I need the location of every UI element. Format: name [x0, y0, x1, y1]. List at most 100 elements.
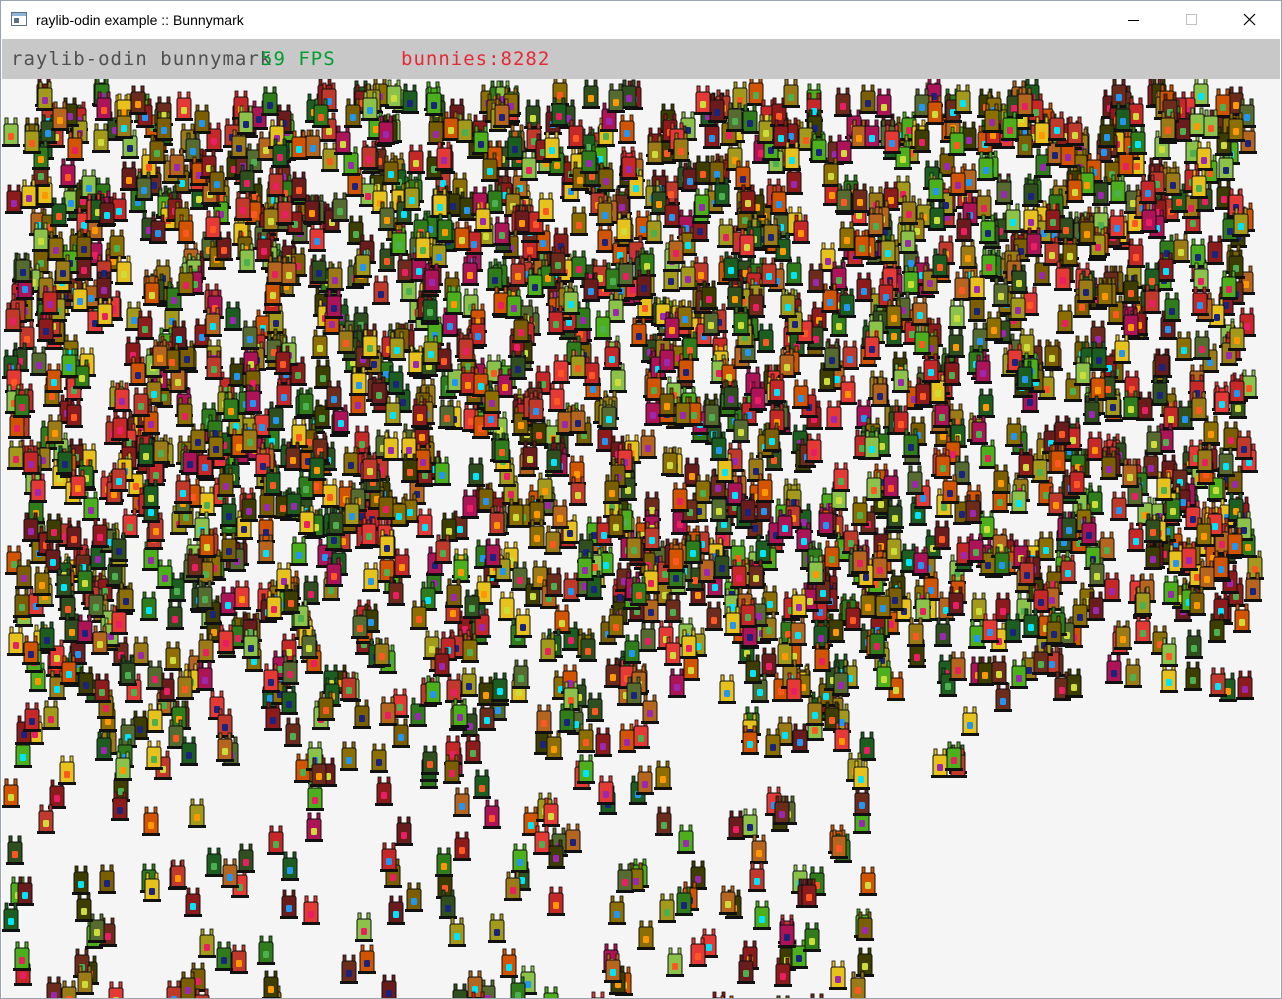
- bunny-sprite: [395, 816, 413, 846]
- fps-counter: 59 FPS: [261, 48, 336, 70]
- bunny-sprite: [545, 567, 563, 597]
- game-canvas[interactable]: raylib-odin bunnymark 59 FPS bunnies:828…: [2, 39, 1280, 998]
- bunny-sprite: [949, 166, 967, 196]
- bunny-sprite: [1114, 620, 1132, 650]
- bunny-sprite: [1110, 491, 1128, 521]
- bunny-sprite: [535, 704, 553, 734]
- bunny-sprite: [188, 798, 206, 828]
- bunny-sprite: [912, 546, 930, 576]
- bunny-sprite: [727, 810, 745, 840]
- bunny-sprite: [184, 887, 202, 917]
- bunny-sprite: [636, 765, 654, 795]
- bunny-sprite: [552, 354, 570, 384]
- bunny-sprite: [671, 482, 689, 512]
- bunny-sprite: [233, 580, 251, 610]
- bunny-sprite: [1010, 659, 1028, 689]
- bunny-sprite: [342, 446, 360, 476]
- bunny-sprite: [1098, 118, 1116, 148]
- bunny-sprite: [694, 85, 712, 115]
- bunny-sprite: [825, 400, 843, 430]
- bunny-sprite: [1005, 417, 1023, 447]
- bunny-sprite: [1113, 334, 1131, 364]
- bunny-sprite: [284, 717, 302, 747]
- bunny-sprite: [220, 497, 238, 527]
- bunny-sprite: [1065, 668, 1083, 698]
- bunny-sprite: [46, 414, 64, 444]
- close-button[interactable]: [1221, 1, 1279, 39]
- bunny-sprite: [789, 616, 807, 646]
- bunny-sprite: [827, 613, 845, 643]
- bunny-sprite: [885, 532, 903, 562]
- bunny-sprite: [500, 948, 518, 978]
- bunny-sprite: [954, 84, 972, 114]
- bunny-sprite: [164, 641, 182, 671]
- bunny-sprite: [911, 296, 929, 326]
- bunny-sprite: [72, 865, 90, 895]
- bunny-sprite: [362, 562, 380, 592]
- bunny-sprite: [45, 513, 63, 543]
- bunny-sprite: [325, 380, 343, 410]
- bunny-sprite: [654, 760, 672, 790]
- bunny-sprite: [208, 165, 226, 195]
- bunny-sprite: [33, 566, 51, 596]
- bunny-sprite: [393, 548, 411, 578]
- bunny-sprite: [928, 201, 946, 231]
- bunny-sprite: [436, 213, 454, 243]
- bunny-sprite: [616, 863, 634, 893]
- maximize-button[interactable]: [1163, 1, 1221, 39]
- bunny-sprite: [1066, 116, 1084, 146]
- bunny-sprite: [931, 748, 949, 778]
- bunny-sprite: [1236, 670, 1254, 700]
- bunny-sprite: [396, 253, 414, 283]
- bunny-sprite: [597, 775, 615, 805]
- bunny-sprite: [756, 473, 774, 503]
- bunny-sprite: [169, 859, 187, 889]
- bunny-sprite: [92, 123, 110, 153]
- bunny-sprite: [290, 536, 308, 566]
- title-bar[interactable]: raylib-odin example :: Bunnymark: [1, 1, 1281, 39]
- bunny-sprite: [512, 659, 530, 689]
- bunny-sprite: [537, 192, 555, 222]
- hud-bar: raylib-odin bunnymark 59 FPS bunnies:828…: [2, 39, 1280, 79]
- minimize-button[interactable]: [1105, 1, 1163, 39]
- bunny-sprite: [1037, 531, 1055, 561]
- bunny-sprite: [290, 130, 308, 160]
- bunny-sprite: [2, 117, 20, 147]
- bunny-sprite: [677, 824, 695, 854]
- bunny-sprite: [498, 591, 516, 621]
- bunny-sprite: [553, 604, 571, 634]
- bunny-sprite: [2, 778, 20, 808]
- bunny-sprite: [381, 974, 397, 998]
- bunny-sprite: [990, 655, 1008, 685]
- bunny-sprite: [839, 375, 857, 405]
- bunny-sprite: [257, 935, 275, 965]
- bunny-sprite: [679, 260, 697, 290]
- bunny-sprite: [810, 993, 824, 998]
- bunny-sprite: [757, 323, 775, 353]
- bunny-sprite: [483, 799, 501, 829]
- bunny-sprite: [69, 469, 87, 499]
- bunny-sprite: [51, 101, 69, 131]
- bunny-sprite: [262, 970, 280, 998]
- bunny-sprite: [855, 272, 873, 302]
- bunny-sprite: [985, 311, 1003, 341]
- bunny-sprite: [570, 206, 588, 236]
- bunny-sprite: [976, 656, 994, 686]
- bunny-sprite: [1086, 431, 1104, 461]
- bunny-sprite: [934, 617, 952, 647]
- bunny-sprite: [136, 310, 154, 340]
- bunny-sprite: [1043, 339, 1061, 369]
- bunny-sprite: [750, 834, 768, 864]
- bunny-sprite: [1004, 613, 1022, 643]
- bunny-sprite: [933, 520, 951, 550]
- bunny-sprite: [261, 86, 279, 116]
- bunny-sprite: [583, 356, 601, 386]
- bunny-sprite: [42, 700, 60, 730]
- bunny-sprite: [14, 253, 32, 283]
- bunny-sprite: [859, 84, 877, 114]
- bunny-sprite: [234, 191, 252, 221]
- bunny-sprite: [1176, 400, 1194, 430]
- bunny-sprite: [841, 340, 859, 370]
- bunny-sprite: [832, 462, 850, 492]
- bunny-sprite: [488, 913, 506, 943]
